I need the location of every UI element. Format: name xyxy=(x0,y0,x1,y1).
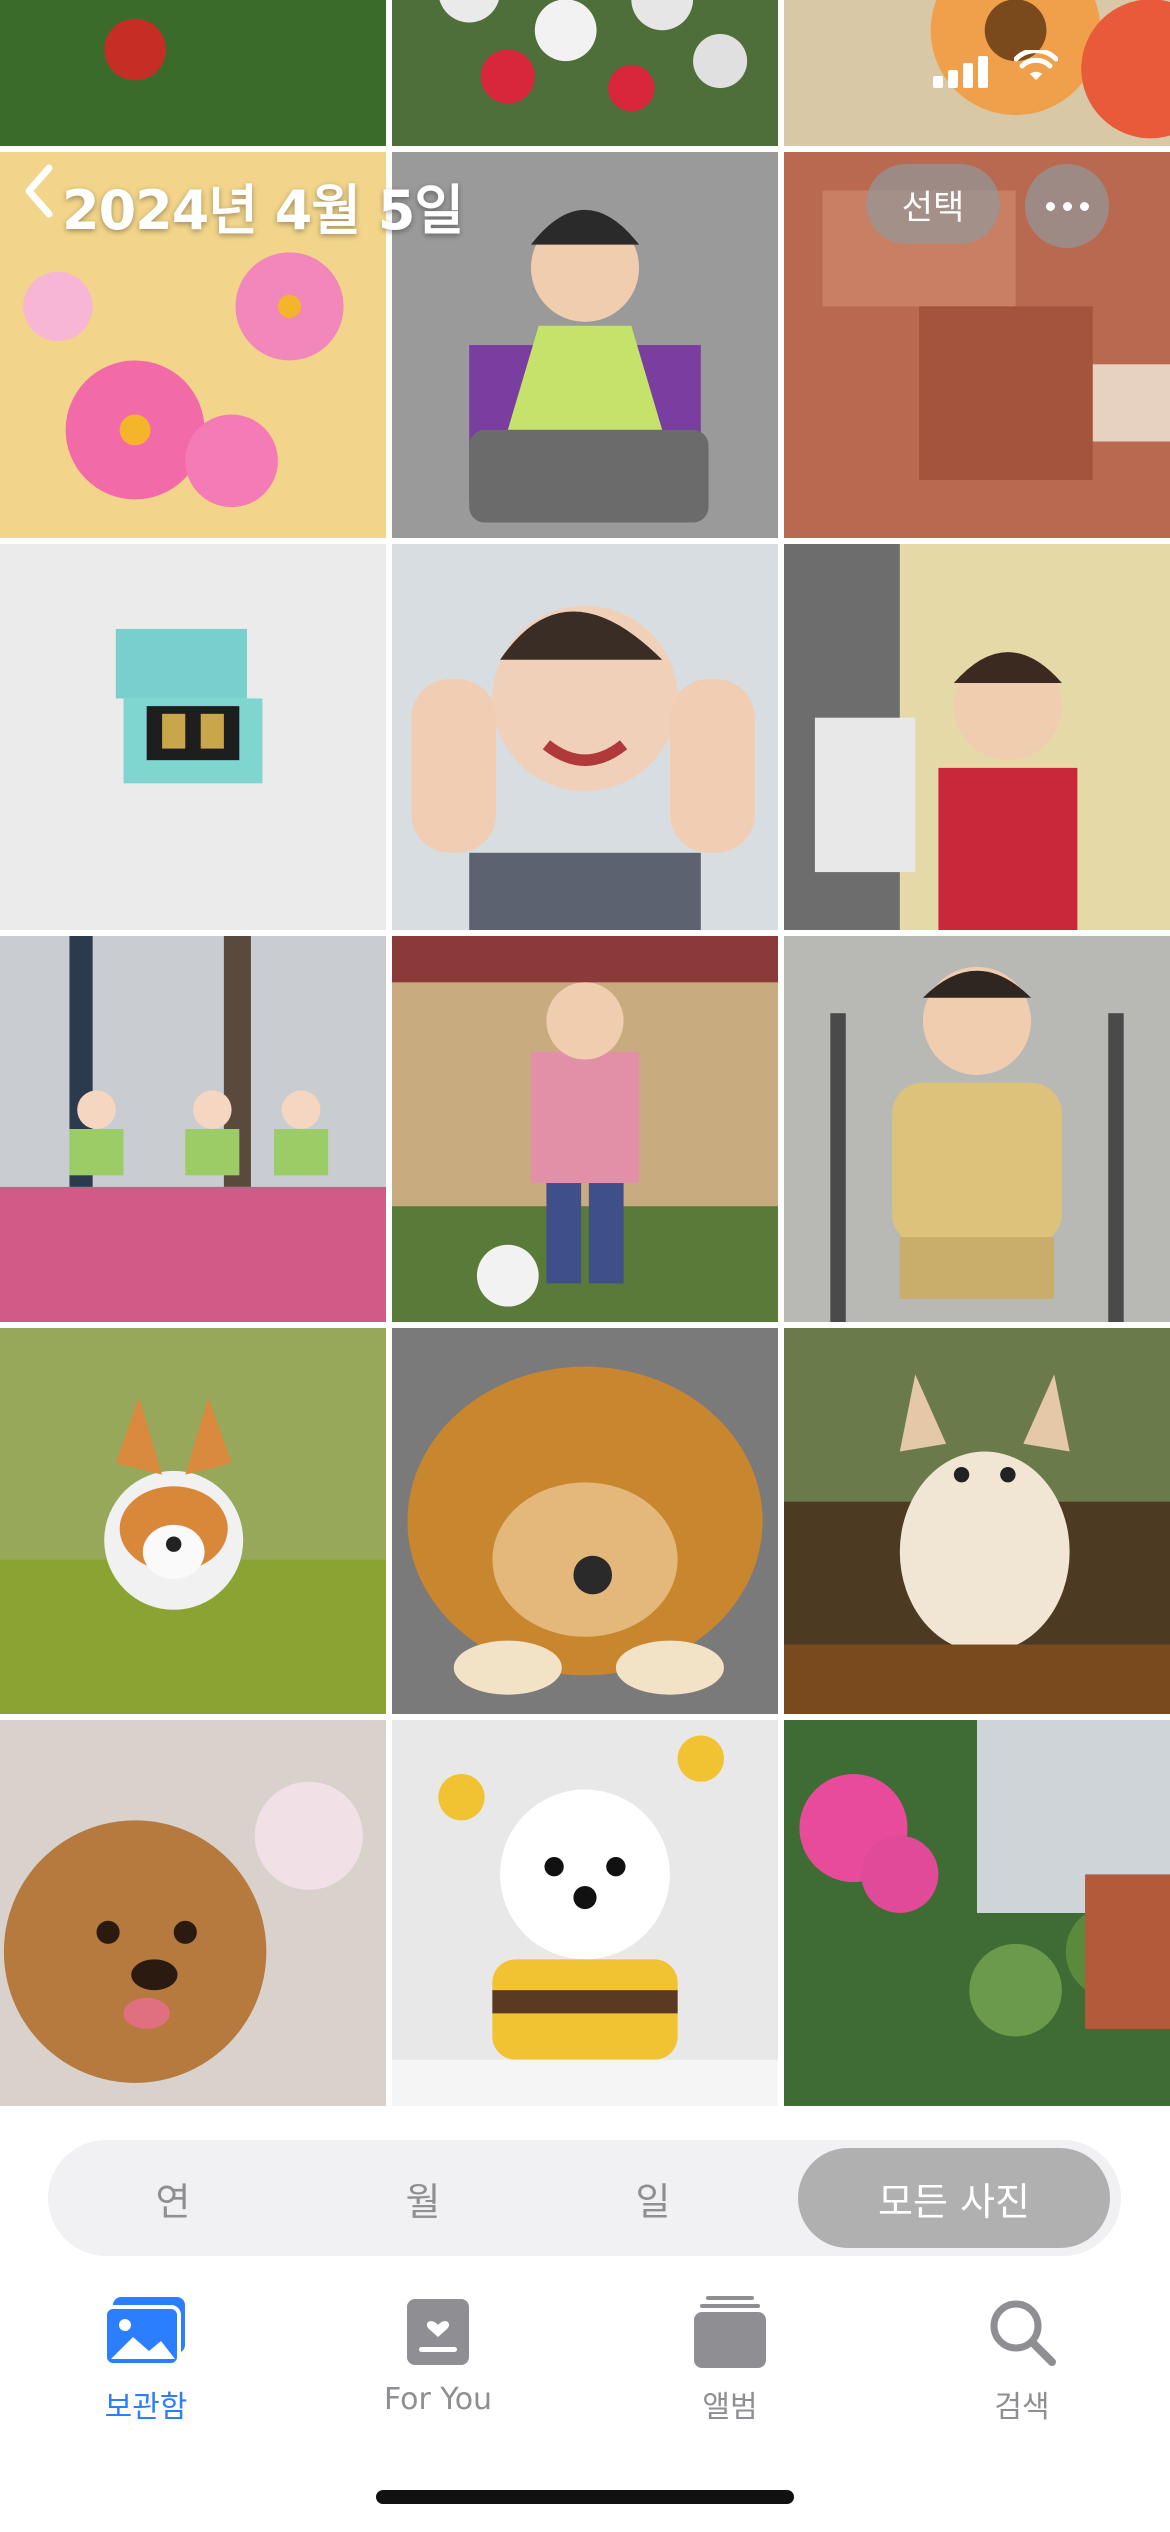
photo-library-icon xyxy=(101,2292,191,2372)
photo-thumbnail[interactable] xyxy=(784,1328,1170,1714)
ellipsis-icon xyxy=(1045,201,1055,211)
photo-thumbnail[interactable] xyxy=(392,1328,778,1714)
tab-for-you-label: For You xyxy=(383,2382,493,2417)
segment-day[interactable]: 일 xyxy=(528,2140,778,2256)
more-button[interactable] xyxy=(1025,164,1109,248)
photo-thumbnail[interactable] xyxy=(392,544,778,930)
page-title: 2024년 4월 5일 xyxy=(62,179,464,242)
view-segmented-control: 연 월 일 모든 사진 xyxy=(48,2140,1121,2256)
back-button[interactable] xyxy=(12,158,66,224)
photo-thumbnail[interactable] xyxy=(0,1328,386,1714)
photo-thumbnail[interactable] xyxy=(392,0,778,146)
search-icon xyxy=(977,2292,1067,2372)
for-you-icon xyxy=(393,2292,483,2372)
tab-albums[interactable]: 앨범 xyxy=(630,2292,830,2426)
photo-thumbnail[interactable] xyxy=(0,544,386,930)
tab-search-label: 검색 xyxy=(994,2390,1050,2425)
segment-year[interactable]: 연 xyxy=(48,2140,298,2256)
chevron-left-icon xyxy=(25,164,53,218)
photo-thumbnail[interactable] xyxy=(0,0,386,146)
segment-all-photos[interactable]: 모든 사진 xyxy=(798,2148,1110,2248)
status-bar xyxy=(933,48,1059,88)
tab-library-label: 보관함 xyxy=(104,2390,188,2425)
select-button[interactable]: 선택 xyxy=(866,164,1000,244)
cellular-signal-icon xyxy=(933,56,988,88)
tab-library[interactable]: 보관함 xyxy=(46,2292,246,2426)
tab-albums-label: 앨범 xyxy=(702,2390,758,2425)
segment-month[interactable]: 월 xyxy=(298,2140,548,2256)
photo-thumbnail[interactable] xyxy=(784,544,1170,930)
wifi-icon xyxy=(1013,48,1059,88)
photo-thumbnail[interactable] xyxy=(784,1720,1170,2106)
photo-thumbnail[interactable] xyxy=(392,1720,778,2106)
photo-thumbnail[interactable] xyxy=(0,1720,386,2106)
home-indicator[interactable] xyxy=(376,2490,794,2504)
bottom-controls: 연 월 일 모든 사진 보관함 For You 앨범 검색 xyxy=(0,2116,1170,2532)
photo-thumbnail[interactable] xyxy=(0,936,386,1322)
tab-for-you[interactable]: For You xyxy=(338,2292,538,2417)
photo-thumbnail[interactable] xyxy=(392,936,778,1322)
photo-thumbnail[interactable] xyxy=(784,936,1170,1322)
albums-icon xyxy=(685,2292,775,2372)
tab-search[interactable]: 검색 xyxy=(922,2292,1122,2426)
